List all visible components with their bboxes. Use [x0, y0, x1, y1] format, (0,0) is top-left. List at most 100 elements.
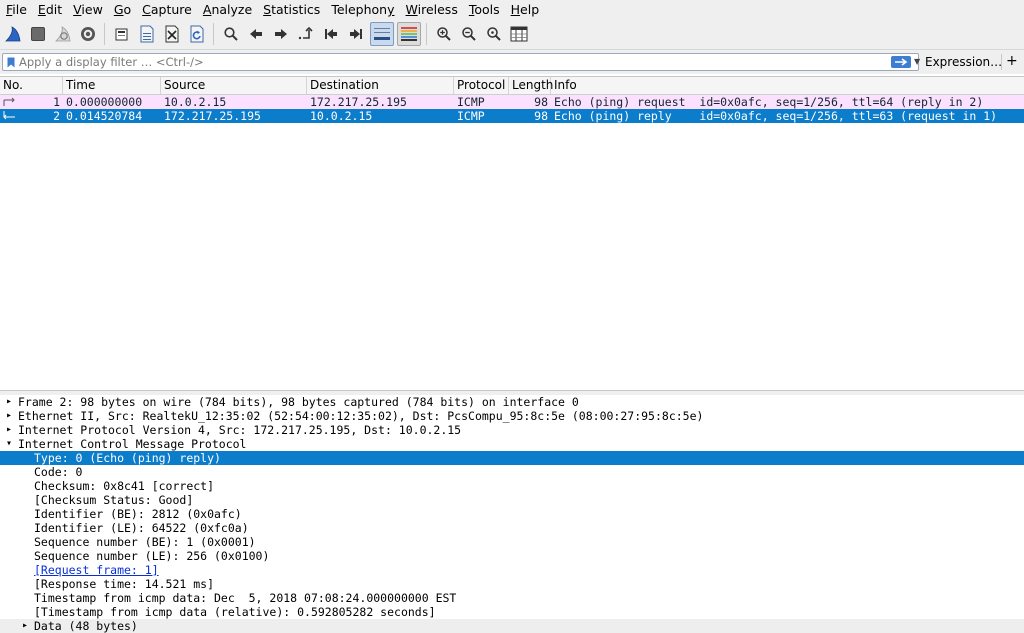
expression-button[interactable]: Expression…	[925, 53, 1002, 71]
menu-analyze[interactable]: Analyze	[197, 0, 257, 19]
detail-tree-text: Timestamp from icmp data: Dec 5, 2018 07…	[34, 591, 457, 605]
detail-tree-text: Internet Protocol Version 4, Src: 172.21…	[18, 423, 462, 437]
menu-go[interactable]: Go	[108, 0, 136, 19]
detail-tree-item[interactable]: [Response time: 14.521 ms]	[0, 577, 1024, 591]
detail-tree-text[interactable]: [Request frame: 1]	[34, 563, 159, 577]
detail-tree-text: Data (48 bytes)	[34, 619, 138, 633]
menu-wireless[interactable]: Wireless	[400, 0, 463, 19]
stop-capture-button[interactable]	[27, 22, 49, 46]
restart-capture-button[interactable]	[52, 22, 74, 46]
menu-edit[interactable]: Edit	[32, 0, 67, 19]
detail-tree-item[interactable]: [Checksum Status: Good]	[0, 493, 1024, 507]
arrow-right-icon	[895, 58, 908, 66]
colorize-icon	[400, 27, 417, 41]
colorize-button[interactable]	[396, 22, 421, 46]
bookmark-icon[interactable]	[7, 57, 15, 68]
autoscroll-icon	[373, 28, 390, 40]
column-header-info[interactable]: Info	[551, 77, 1024, 94]
zoom-normal-button[interactable]	[483, 22, 505, 46]
packet-row[interactable]: 1 0.000000000 10.0.2.15 172.217.25.195 ICMP 9…	[0, 95, 1024, 109]
chevron-down-icon: ▼	[914, 57, 921, 66]
detail-tree-item[interactable]: ▸ Frame 2: 98 bytes on wire (784 bits), 9…	[0, 395, 1024, 409]
packet-details-tree[interactable]: ▸ Frame 2: 98 bytes on wire (784 bits), 9…	[0, 395, 1024, 633]
go-forward-icon	[274, 29, 287, 39]
apply-filter-button[interactable]	[891, 56, 911, 68]
detail-tree-item[interactable]: Sequence number (LE): 256 (0x0100)	[0, 549, 1024, 563]
detail-tree-item[interactable]: Identifier (BE): 2812 (0x0afc)	[0, 507, 1024, 521]
packet-no-cell: 2	[53, 109, 60, 123]
zoom-in-button[interactable]	[433, 22, 455, 46]
find-packet-button[interactable]	[220, 22, 242, 46]
expand-right-icon[interactable]: ▸	[4, 409, 14, 423]
detail-tree-item[interactable]: Checksum: 0x8c41 [correct]	[0, 479, 1024, 493]
display-filter-input[interactable]	[19, 54, 879, 70]
save-file-icon	[140, 25, 153, 43]
packet-destination-cell: 172.217.25.195	[310, 95, 407, 109]
detail-tree-item[interactable]: [Timestamp from icmp data (relative): 0.…	[0, 605, 1024, 619]
menu-help[interactable]: Help	[505, 0, 545, 19]
capture-options-button[interactable]	[77, 22, 99, 46]
open-file-button[interactable]	[111, 22, 133, 46]
save-file-button[interactable]	[136, 22, 158, 46]
detail-tree-item[interactable]: ▾ Internet Control Message Protocol	[0, 437, 1024, 451]
zoom-in-icon	[436, 27, 451, 41]
column-header-destination[interactable]: Destination	[307, 77, 454, 94]
detail-tree-item[interactable]: Identifier (LE): 64522 (0xfc0a)	[0, 521, 1024, 535]
first-packet-icon	[324, 29, 337, 39]
restart-fin-icon	[54, 26, 70, 42]
close-file-button[interactable]	[161, 22, 183, 46]
display-filter-box[interactable]: ▼	[2, 53, 920, 71]
toolbar-separator	[426, 23, 427, 45]
detail-tree-text: Frame 2: 98 bytes on wire (784 bits), 98…	[18, 395, 579, 409]
menu-view[interactable]: View	[67, 0, 108, 19]
go-forward-button[interactable]	[270, 22, 292, 46]
menu-tools[interactable]: Tools	[463, 0, 505, 19]
menu-file[interactable]: File	[0, 0, 32, 19]
column-header-time[interactable]: Time	[63, 77, 161, 94]
go-to-packet-button[interactable]	[295, 22, 317, 46]
resize-columns-button[interactable]	[508, 22, 530, 46]
expand-right-icon[interactable]: ▸	[4, 395, 14, 409]
last-packet-button[interactable]	[345, 22, 367, 46]
column-header-no[interactable]: No.	[0, 77, 63, 94]
packet-list[interactable]: No. Time Source Destination Protocol Len…	[0, 76, 1024, 391]
detail-tree-text: Code: 0	[34, 465, 83, 479]
menu-telephony[interactable]: Telephony	[325, 0, 399, 19]
start-capture-button[interactable]	[2, 22, 24, 46]
detail-tree-item[interactable]: Sequence number (BE): 1 (0x0001)	[0, 535, 1024, 549]
column-header-source[interactable]: Source	[161, 77, 307, 94]
reload-file-button[interactable]	[186, 22, 208, 46]
go-to-packet-icon	[298, 27, 313, 40]
main-toolbar	[0, 19, 1024, 50]
menu-statistics[interactable]: Statistics	[257, 0, 325, 19]
detail-tree-item[interactable]: ▸ Data (48 bytes)	[0, 619, 1024, 633]
detail-tree-item[interactable]: ▸ Ethernet II, Src: RealtekU_12:35:02 (52…	[0, 409, 1024, 423]
detail-tree-item[interactable]: [Request frame: 1]	[0, 563, 1024, 577]
packet-row[interactable]: 2 0.014520784 172.217.25.195 10.0.2.15 ICMP 9…	[0, 109, 1024, 123]
expand-down-icon[interactable]: ▾	[4, 437, 14, 451]
expand-right-icon[interactable]: ▸	[4, 423, 14, 437]
zoom-out-button[interactable]	[458, 22, 480, 46]
detail-tree-item[interactable]: ▸ Internet Protocol Version 4, Src: 172.2…	[0, 423, 1024, 437]
packet-info-cell: Echo (ping) request id=0x0afc, seq=1/256…	[554, 95, 984, 109]
column-header-protocol[interactable]: Protocol	[454, 77, 509, 94]
packet-info-cell: Echo (ping) reply id=0x0afc, seq=1/256, …	[554, 109, 998, 123]
packet-time-cell: 0.000000000	[66, 95, 143, 109]
shark-fin-start-icon	[4, 26, 20, 42]
go-back-button[interactable]	[245, 22, 267, 46]
menu-bar: File Edit View Go Capture Analyze Statistics Te…	[0, 0, 1024, 19]
packet-protocol-cell: ICMP	[457, 95, 485, 109]
detail-tree-item[interactable]: Timestamp from icmp data: Dec 5, 2018 07…	[0, 591, 1024, 605]
add-filter-button-button[interactable]: +	[1006, 52, 1018, 70]
column-header-length[interactable]: Length	[509, 77, 553, 94]
filter-history-dropdown[interactable]: ▼	[914, 57, 920, 66]
first-packet-button[interactable]	[320, 22, 342, 46]
autoscroll-button[interactable]	[369, 22, 394, 46]
toolbar-separator	[213, 23, 214, 45]
packet-list-header: No. Time Source Destination Protocol Len…	[0, 77, 1024, 95]
menu-capture[interactable]: Capture	[136, 0, 197, 19]
expand-right-icon[interactable]: ▸	[20, 619, 30, 633]
detail-tree-item[interactable]: Type: 0 (Echo (ping) reply)	[0, 451, 1024, 465]
zoom-normal-icon	[486, 27, 501, 41]
detail-tree-item[interactable]: Code: 0	[0, 465, 1024, 479]
